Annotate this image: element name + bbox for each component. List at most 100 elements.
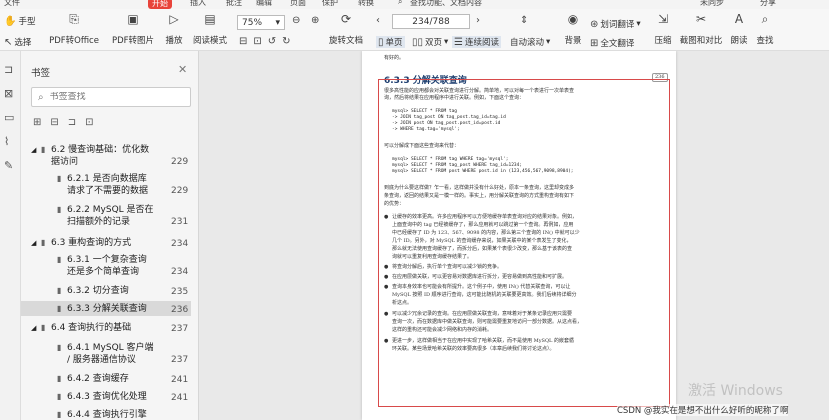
thumbnail-icon[interactable]: ⊠ <box>4 87 13 100</box>
auto-scroll-icon[interactable]: ⇕ <box>520 15 528 26</box>
select-tool[interactable]: ↖ 选择 <box>4 36 31 49</box>
bookmark-item[interactable]: ◢ ▮ 6.2 慢查询基础：优化数 据访问 229 <box>21 142 191 168</box>
attachment-icon[interactable]: ⌇ <box>4 135 9 148</box>
prev-page-button[interactable]: ‹ <box>376 15 380 26</box>
bookmark-page-number: 229 <box>171 186 189 196</box>
bookmark-page-number: 237 <box>171 324 189 334</box>
bookmark-item[interactable]: ▮ 6.3.3 分解关联查询 236 <box>21 301 191 316</box>
menu-edit[interactable]: 编辑 <box>256 0 272 8</box>
para: 可以减少冗余记录的查询。在应用层做关联查询，意味着对于某条记录应用只需要 <box>392 311 573 317</box>
bookmark-page-number: 237 <box>171 355 189 365</box>
bookmark-icon[interactable]: ⊐ <box>4 63 13 76</box>
bookmark-item[interactable]: ▮ 6.3.1 一个复杂查询 还是多个简单查询 234 <box>21 252 191 278</box>
hand-tool[interactable]: ✋ 手型 <box>4 15 35 28</box>
zoom-in-icon: ⊕ <box>311 15 320 26</box>
menu-unsynced[interactable]: 未同步 <box>700 0 724 8</box>
fit-width-icon[interactable]: ⊡ <box>253 36 261 47</box>
bookmark-item[interactable]: ▮ 6.4.4 查询执行引擎 <box>21 407 191 420</box>
bookmark-page-icon: ▮ <box>57 410 62 419</box>
para: 更进一步，这样做相当于在应用中实现了哈希关联，而不是使用 MySQL 的嵌套循 <box>392 338 574 344</box>
close-icon[interactable]: ✕ <box>178 63 187 76</box>
full-translate-button[interactable]: ⊞ 全文翻译 <box>590 37 634 50</box>
bookmark-item[interactable]: ▮ 6.3.2 切分查询 235 <box>21 283 191 298</box>
rotate-left-icon[interactable]: ↺ <box>268 36 276 47</box>
delete-bookmark-icon[interactable]: ⊡ <box>85 117 93 128</box>
rotate-document-button[interactable]: ⟳ 旋转文档 <box>327 13 365 47</box>
para: 那么就无法使用查询缓存了，而拆分后，如果某个表很少改变，那么基于该表的查 <box>392 246 573 252</box>
bookmark-search-input[interactable] <box>49 92 170 102</box>
fit-page-icon[interactable]: ⊟ <box>239 36 247 47</box>
read-mode-button[interactable]: ▤ 阅读模式 <box>193 13 227 47</box>
bookmark-page-icon: ▮ <box>57 174 62 183</box>
pdf-to-image-button[interactable]: ▣ PDF转图片 <box>112 13 154 47</box>
menu-page[interactable]: 页面 <box>290 0 306 8</box>
word-translate-button[interactable]: ⊛ 划词翻译 ▾ <box>590 18 641 31</box>
bookmark-page-number: 241 <box>171 375 189 385</box>
bookmark-item[interactable]: ▮ 6.2.2 MySQL 是否在 扫描额外的记录 231 <box>21 202 191 228</box>
translate-doc-icon: ⊞ <box>590 37 599 49</box>
bookmark-label: 6.2 慢查询基础：优化数 <box>51 145 150 155</box>
signature-icon[interactable]: ✎ <box>4 159 13 172</box>
background-button[interactable]: ◉ 背景 <box>560 13 586 47</box>
collapse-all-icon[interactable]: ⊟ <box>50 117 58 128</box>
comment-icon[interactable]: ▭ <box>4 111 14 124</box>
bookmark-item[interactable]: ▮ 6.4.2 查询缓存 241 <box>21 371 191 386</box>
bookmark-item[interactable]: ▮ 6.4.3 查询优化处理 241 <box>21 389 191 404</box>
next-page-button[interactable]: › <box>476 15 480 26</box>
menu-protect[interactable]: 保护 <box>322 0 338 8</box>
page-indicator[interactable]: 234/788 <box>392 14 470 29</box>
windows-activation-watermark: 激活 Windows <box>688 383 783 399</box>
bookmark-label: 6.4 查询执行的基础 <box>51 323 132 333</box>
bookmark-item[interactable]: ▮ 6.2.1 是否向数据库 请求了不需要的数据 229 <box>21 171 191 197</box>
chevron-down-icon[interactable]: ◢ <box>31 322 36 334</box>
menu-share[interactable]: 分享 <box>760 0 776 8</box>
menu-search-hint[interactable]: 查找功能、文档内容 <box>410 0 482 8</box>
menu-file[interactable]: 文件 <box>4 0 20 8</box>
screenshot-compare-button[interactable]: ✂ 截图和对比 <box>678 13 724 47</box>
chevron-down-icon[interactable]: ◢ <box>31 144 36 156</box>
para: 这样的重构还可能会减少网络和内存的消耗。 <box>392 327 493 333</box>
read-aloud-button[interactable]: A 朗读 <box>728 13 750 47</box>
bullet-icon: ● <box>384 274 389 280</box>
auto-scroll-button[interactable]: 自动滚动 ▾ <box>510 36 550 48</box>
rotate-right-icon[interactable]: ↻ <box>282 36 290 47</box>
pdf-to-office-button[interactable]: ⎘ PDF转Office <box>48 13 100 47</box>
menu-annotate[interactable]: 批注 <box>226 0 242 8</box>
document-page[interactable]: 有好的。 6.3.3 分解关联查询 236 很多高性能的应用都会对关联查询进行分… <box>362 51 676 420</box>
continuous-icon: ☰ <box>454 36 463 48</box>
add-bookmark-icon[interactable]: ⊐ <box>68 117 76 128</box>
expand-all-icon[interactable]: ⊞ <box>33 117 41 128</box>
menu-bar: 文件 开始 插入 批注 编辑 页面 保护 转换 ⌕ 查找功能、文档内容 未同步 … <box>0 0 829 9</box>
compress-button[interactable]: ⇲ 压缩 <box>651 12 675 47</box>
menu-start-tab[interactable]: 开始 <box>148 0 172 9</box>
bookmark-page-icon: ▮ <box>57 392 62 401</box>
bookmark-item[interactable]: ◢ ▮ 6.4 查询执行的基础 237 <box>21 320 191 335</box>
zoom-out-button[interactable]: ⊖ <box>292 15 300 26</box>
continuous-read-button[interactable]: ☰ 连续阅读 <box>452 36 501 48</box>
compress-icon: ⇲ <box>657 12 669 26</box>
single-page-button[interactable]: ▯ 单页 <box>376 36 405 48</box>
bookmark-item[interactable]: ◢ ▮ 6.3 重构查询的方式 234 <box>21 235 191 250</box>
bullet-icon: ● <box>384 214 389 220</box>
find-button[interactable]: ⌕ 查找 <box>754 13 776 47</box>
search-icon[interactable]: ⌕ <box>398 0 402 7</box>
menu-convert[interactable]: 转换 <box>358 0 374 8</box>
zoom-out-icon: ⊖ <box>292 15 301 26</box>
double-page-button[interactable]: ▯▯ 双页 ▾ <box>412 36 448 49</box>
para: 几个 ID。另外，对 MySQL 的查询缓存来说，如果关联中的某个表发生了变化， <box>392 238 572 244</box>
doc-top-text: 有好的。 <box>384 55 405 61</box>
play-button[interactable]: ▷ 播放 <box>163 13 185 47</box>
cursor-icon: ↖ <box>4 36 13 48</box>
bookmark-label-line2: 据访问 <box>51 157 79 167</box>
bookmark-item[interactable]: ▮ 6.4.1 MySQL 客户端 / 服务器通信协议 237 <box>21 340 191 366</box>
bookmark-search[interactable]: ⌕ <box>31 87 191 107</box>
bookmark-label-line2: / 服务器通信协议 <box>67 355 136 365</box>
bookmark-page-number: 231 <box>171 217 189 227</box>
bookmark-page-icon: ▮ <box>57 304 62 313</box>
menu-insert[interactable]: 插入 <box>190 0 206 8</box>
para: 的优势： <box>384 201 405 207</box>
bookmark-page-number: 241 <box>171 393 189 403</box>
zoom-select[interactable]: 75% ▾ <box>237 15 285 30</box>
zoom-in-button[interactable]: ⊕ <box>311 15 319 26</box>
chevron-down-icon[interactable]: ◢ <box>31 237 36 249</box>
